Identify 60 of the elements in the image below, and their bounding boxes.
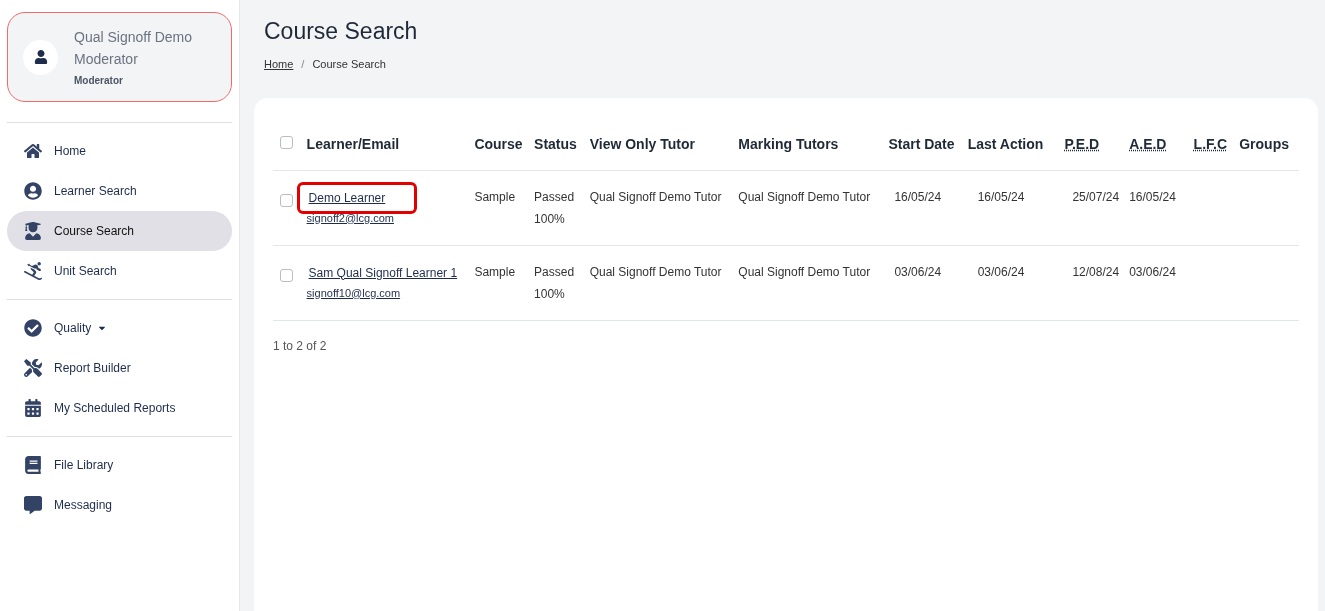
column-header[interactable]: Start Date <box>888 135 955 152</box>
table-cell: Qual Signoff Demo Tutor <box>589 189 722 204</box>
nav-item[interactable]: File Library <box>7 445 232 485</box>
status-percent: 100% <box>534 285 566 303</box>
table-cell: 03/06/24 <box>1129 264 1176 279</box>
column-header[interactable]: L.F.C <box>1193 135 1228 152</box>
nav-item[interactable]: My Scheduled Reports <box>7 388 232 428</box>
column-header[interactable]: Marking Tutors <box>738 135 839 152</box>
books-icon <box>24 456 42 474</box>
column-header[interactable]: Groups <box>1239 135 1289 152</box>
table-cell: 16/05/24 <box>894 189 942 204</box>
learner-link[interactable]: Demo Learner <box>308 190 386 205</box>
breadcrumb-link[interactable]: Home <box>264 55 294 72</box>
user-icon <box>33 50 48 64</box>
table-cell: 25/07/24 <box>1072 189 1120 204</box>
nav-item[interactable]: Quality <box>7 308 232 348</box>
column-header[interactable]: Last Action <box>967 135 1044 152</box>
table-cell: 03/06/24 <box>894 264 942 279</box>
status-percent: 100% <box>534 210 566 228</box>
table-cell: 16/05/24 <box>1129 189 1176 204</box>
skier-icon <box>24 262 42 280</box>
column-header[interactable]: Learner/Email <box>306 135 400 152</box>
user-role: Moderator <box>74 74 124 88</box>
checkbox[interactable] <box>280 193 293 207</box>
nav-item[interactable]: Home <box>7 131 232 171</box>
nav-item[interactable]: Unit Search <box>7 251 232 291</box>
learner-link[interactable]: Sam Qual Signoff Learner 1 <box>308 265 458 280</box>
table-cell: Qual Signoff Demo Tutor <box>589 264 722 279</box>
user-name: Qual Signoff Demo Moderator <box>74 28 194 69</box>
breadcrumb-separator: / <box>301 56 305 72</box>
nav-item[interactable]: Report Builder <box>7 348 232 388</box>
column-header[interactable]: Course <box>474 135 523 152</box>
nav-item[interactable]: Learner Search <box>7 171 232 211</box>
checkbox[interactable] <box>280 268 293 282</box>
nav-item[interactable]: Messaging <box>7 485 232 525</box>
column-header[interactable]: View Only Tutor <box>589 135 695 152</box>
checkbox[interactable] <box>280 135 293 149</box>
results-count: 1 to 2 of 2 <box>273 337 328 355</box>
email-link[interactable]: signoff2@lcg.com <box>306 211 394 224</box>
table-cell: 12/08/24 <box>1072 264 1120 279</box>
table-cell: Qual Signoff Demo Tutor <box>738 189 871 204</box>
table-cell: Sample <box>474 189 516 204</box>
nav-item[interactable]: Course Search <box>7 211 232 251</box>
page-title: Course Search <box>264 17 419 46</box>
table-cell: Qual Signoff Demo Tutor <box>738 264 871 279</box>
status-text: Passed <box>534 188 576 206</box>
column-header[interactable]: P.E.D <box>1064 135 1100 152</box>
table-cell: 16/05/24 <box>977 189 1025 204</box>
table-cell: 03/06/24 <box>977 264 1025 279</box>
calendar-icon <box>24 399 42 417</box>
chat-bubble-icon <box>24 496 42 514</box>
table-cell: Sample <box>474 264 516 279</box>
home-icon <box>24 142 42 160</box>
breadcrumb-current: Course Search <box>312 56 386 72</box>
email-link[interactable]: signoff10@lcg.com <box>306 286 401 299</box>
tools-icon <box>24 359 42 377</box>
graduate-icon <box>24 222 42 240</box>
status-text: Passed <box>534 263 576 281</box>
column-header[interactable]: Status <box>534 135 577 152</box>
column-header[interactable]: A.E.D <box>1129 135 1167 152</box>
